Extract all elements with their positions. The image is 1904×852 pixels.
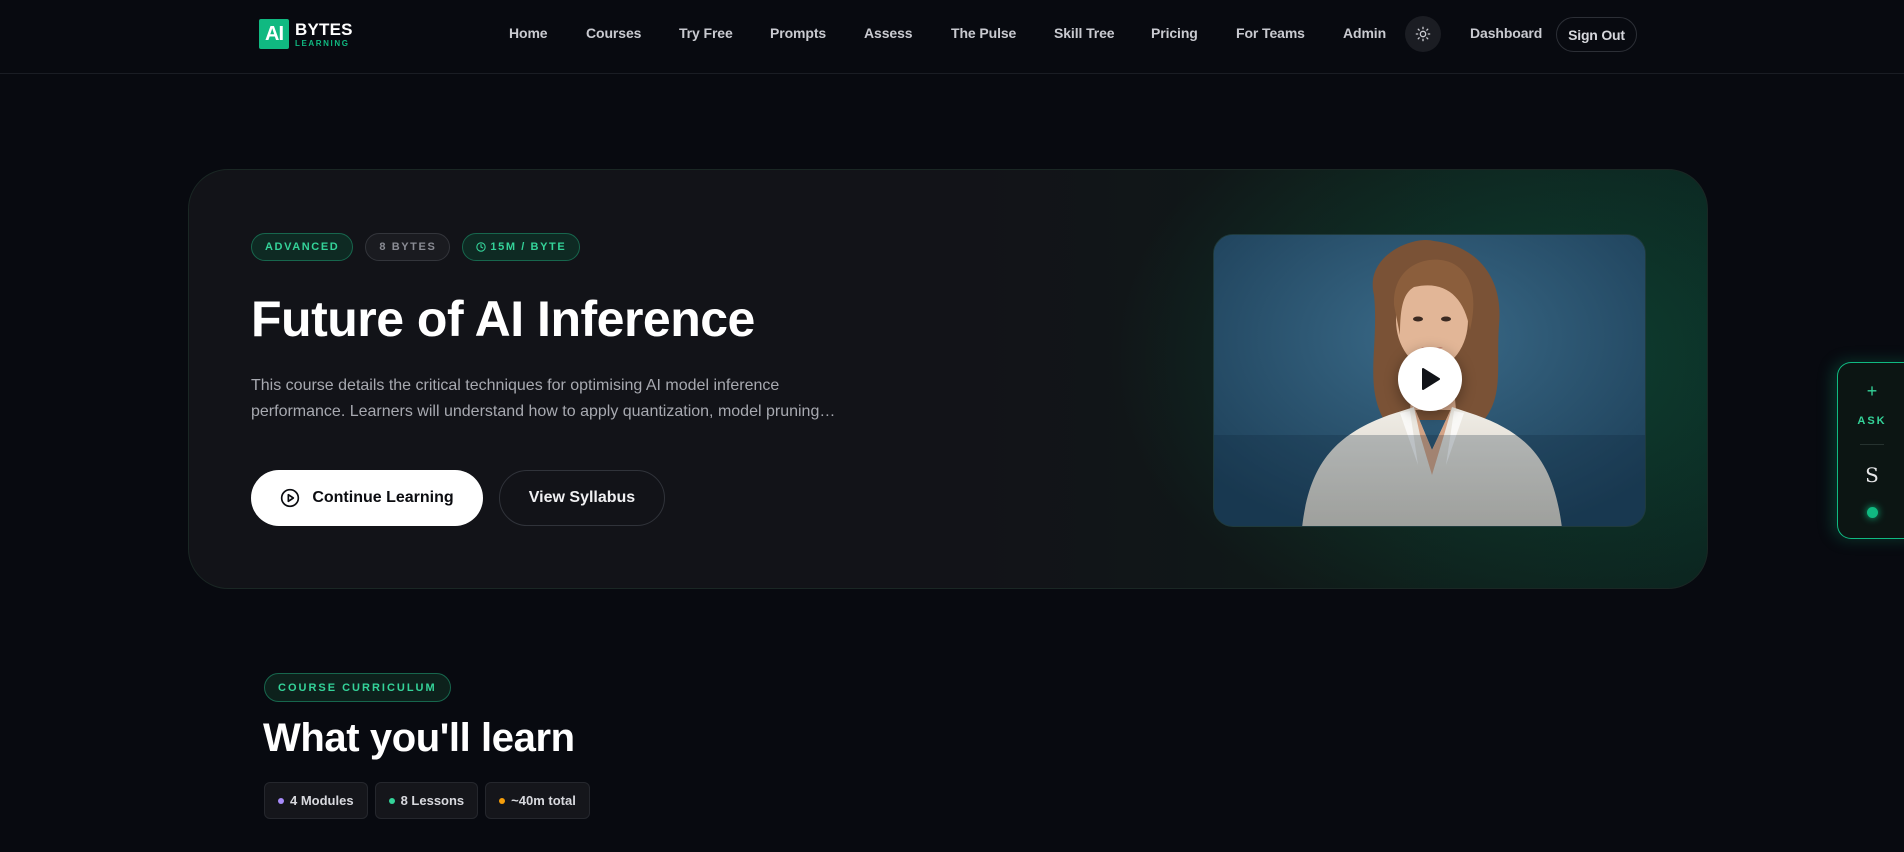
course-hero-card: ADVANCED 8 BYTES 15M / BYTE Future of AI… bbox=[188, 169, 1708, 589]
theme-toggle-button[interactable] bbox=[1405, 16, 1441, 52]
nav-courses[interactable]: Courses bbox=[586, 25, 641, 41]
course-preview-video[interactable] bbox=[1213, 234, 1646, 527]
play-video-button[interactable] bbox=[1398, 347, 1462, 411]
clock-icon bbox=[476, 242, 487, 252]
top-header: AI BYTES LEARNING Home Courses Try Free … bbox=[0, 0, 1904, 74]
nav-skill-tree[interactable]: Skill Tree bbox=[1054, 25, 1115, 41]
sign-out-button[interactable]: Sign Out bbox=[1556, 17, 1637, 52]
page: AI BYTES LEARNING Home Courses Try Free … bbox=[0, 0, 1904, 852]
play-circle-icon bbox=[281, 488, 300, 508]
ask-label: ASK bbox=[1857, 415, 1887, 427]
stat-modules-label: 4 Modules bbox=[290, 793, 354, 808]
user-avatar-initial[interactable]: S bbox=[1838, 463, 1904, 487]
nav-pricing[interactable]: Pricing bbox=[1151, 25, 1198, 41]
online-status-dot bbox=[1867, 507, 1878, 518]
stat-total-time-label: ~40m total bbox=[511, 793, 576, 808]
play-icon bbox=[1422, 368, 1440, 390]
course-description: This course details the critical techniq… bbox=[251, 377, 820, 420]
lessons-dot bbox=[388, 797, 395, 804]
dashboard-link[interactable]: Dashboard bbox=[1470, 25, 1542, 41]
widget-divider bbox=[1860, 444, 1884, 445]
main-nav: Home Courses Try Free Prompts Assess The… bbox=[0, 0, 1904, 68]
nav-the-pulse[interactable]: The Pulse bbox=[951, 25, 1016, 41]
stat-modules: 4 Modules bbox=[264, 782, 368, 819]
curriculum-title: What you'll learn bbox=[263, 716, 575, 760]
nav-assess[interactable]: Assess bbox=[864, 25, 913, 41]
nav-try-free[interactable]: Try Free bbox=[679, 25, 733, 41]
curriculum-badge: COURSE CURRICULUM bbox=[264, 673, 451, 702]
continue-learning-label: Continue Learning bbox=[312, 489, 454, 506]
modules-dot bbox=[278, 797, 284, 804]
view-syllabus-button[interactable]: View Syllabus bbox=[499, 470, 665, 526]
continue-learning-button[interactable]: Continue Learning bbox=[251, 470, 483, 526]
stat-lessons-label: 8 Lessons bbox=[400, 793, 465, 808]
curriculum-stats: 4 Modules 8 Lessons ~40m total bbox=[264, 782, 590, 819]
bytes-count-badge: 8 BYTES bbox=[365, 233, 451, 261]
nav-prompts[interactable]: Prompts bbox=[770, 25, 826, 41]
ask-assistant-widget[interactable]: + ASK S bbox=[1837, 362, 1904, 539]
total-time-dot bbox=[499, 797, 506, 804]
course-badges: ADVANCED 8 BYTES 15M / BYTE bbox=[251, 233, 581, 261]
nav-home[interactable]: Home bbox=[509, 25, 548, 41]
stat-total-time: ~40m total bbox=[485, 782, 590, 819]
level-badge: ADVANCED bbox=[251, 233, 354, 261]
sparkle-icon: + bbox=[1866, 381, 1878, 401]
time-per-byte-label: 15M / BYTE bbox=[490, 241, 567, 253]
nav-admin[interactable]: Admin bbox=[1343, 25, 1386, 41]
course-title: Future of AI Inference bbox=[251, 291, 755, 347]
sun-icon bbox=[1415, 26, 1431, 42]
stat-lessons: 8 Lessons bbox=[374, 782, 479, 819]
nav-for-teams[interactable]: For Teams bbox=[1236, 25, 1305, 41]
time-per-byte-badge: 15M / BYTE bbox=[462, 233, 581, 261]
